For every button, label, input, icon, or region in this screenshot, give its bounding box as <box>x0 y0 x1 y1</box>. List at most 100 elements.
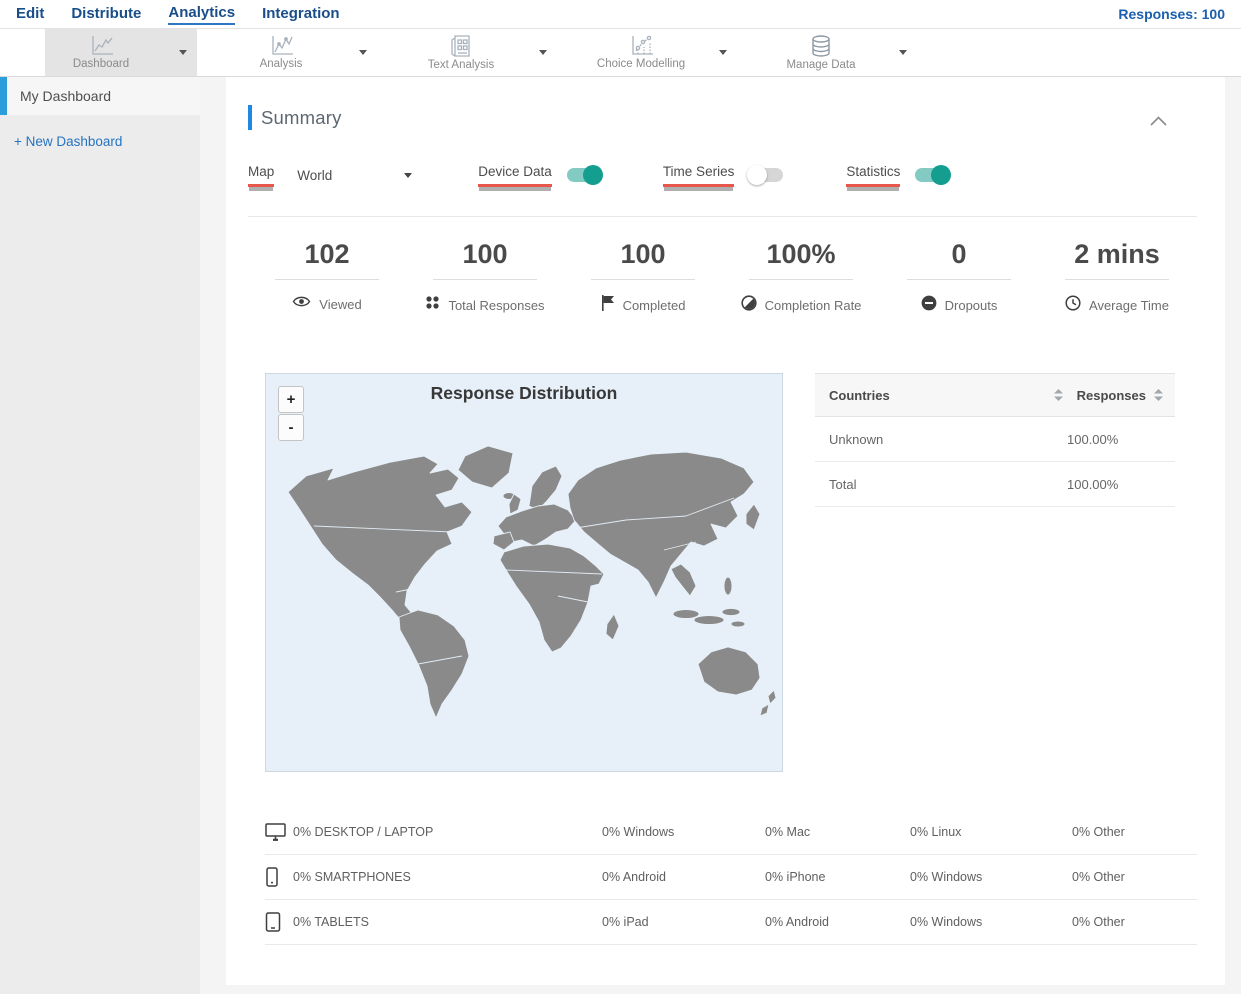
stat-completion-rate: 100% Completion Rate <box>722 238 880 316</box>
map-region-select[interactable]: World <box>297 167 413 183</box>
stat-value: 102 <box>304 239 350 269</box>
chevron-down-icon[interactable] <box>359 50 367 55</box>
stat-value: 0 <box>951 239 967 269</box>
device-stat-cell: 0% Windows <box>910 870 983 885</box>
stat-label: Completion Rate <box>764 298 862 314</box>
desktop-icon <box>265 823 293 842</box>
scatter-chart-icon <box>628 35 654 56</box>
stat-label: Average Time <box>1089 298 1169 314</box>
flag-icon <box>601 295 615 316</box>
summary-header: Summary <box>248 105 1197 130</box>
responses-count: Responses: 100 <box>1118 6 1225 22</box>
chevron-down-icon[interactable] <box>539 50 547 55</box>
statistics-label: Statistics <box>846 164 901 187</box>
new-dashboard-button[interactable]: + New Dashboard <box>14 134 200 149</box>
table-row: 0% DESKTOP / LAPTOP 0% Windows 0% Mac 0%… <box>265 810 1197 856</box>
stat-value: 2 mins <box>1074 239 1160 269</box>
divider <box>248 216 1197 217</box>
clock-icon <box>1065 295 1081 316</box>
sort-icon[interactable] <box>1053 389 1063 402</box>
database-icon <box>809 34 833 57</box>
dashboard-sidebar: My Dashboard + New Dashboard <box>0 77 200 994</box>
sort-icon[interactable] <box>1154 389 1163 402</box>
stats-row: 102 Viewed 100 Total Responses 100 Compl… <box>248 238 1197 316</box>
responses-cell: 100.00% <box>1067 476 1119 492</box>
nav-item-analytics[interactable]: Analytics <box>168 4 236 25</box>
device-stat-cell: 0% Other <box>1072 870 1125 885</box>
device-stat-cell: 0% Windows <box>602 825 675 840</box>
trend-chart-icon <box>268 35 294 56</box>
analytics-toolbar: Dashboard Analysis Text Analysis Choice … <box>0 29 1241 77</box>
stat-viewed: 102 Viewed <box>248 238 406 316</box>
device-data-toggle[interactable] <box>566 165 603 185</box>
responses-header[interactable]: Responses <box>1077 388 1146 403</box>
world-map[interactable] <box>266 400 782 770</box>
stat-dropouts: 0 Dropouts <box>880 238 1038 316</box>
section-accent-bar <box>248 105 252 130</box>
eye-icon <box>292 295 311 313</box>
time-series-label: Time Series <box>662 164 735 187</box>
device-data-label: Device Data <box>478 164 552 187</box>
device-name-cell: 0% TABLETS <box>293 915 369 930</box>
toolbar-label: Manage Data <box>786 58 856 71</box>
response-distribution-map[interactable]: Response Distribution + - <box>265 373 783 773</box>
toolbar-item-choice-modelling[interactable]: Choice Modelling <box>585 29 737 76</box>
device-stat-cell: 0% Windows <box>910 915 983 930</box>
toolbar-item-analysis[interactable]: Analysis <box>225 29 377 76</box>
device-stat-cell: 0% Android <box>765 915 829 930</box>
stat-value: 100 <box>462 239 508 269</box>
stat-label: Total Responses <box>448 297 545 313</box>
toolbar-item-dashboard[interactable]: Dashboard <box>45 29 197 76</box>
countries-table: Countries Responses Unknown 100.00% Tota… <box>815 373 1175 772</box>
countries-header[interactable]: Countries <box>829 388 890 403</box>
toolbar-item-text-analysis[interactable]: Text Analysis <box>405 29 557 76</box>
device-stat-cell: 0% Other <box>1072 915 1125 930</box>
line-chart-icon <box>88 35 114 56</box>
toolbar-item-manage-data[interactable]: Manage Data <box>765 29 917 76</box>
device-data-table: 0% DESKTOP / LAPTOP 0% Windows 0% Mac 0%… <box>265 810 1197 946</box>
statistics-toggle[interactable] <box>915 165 952 185</box>
map-label: Map <box>248 164 275 187</box>
toolbar-label: Text Analysis <box>427 58 495 71</box>
stat-value: 100 <box>620 239 666 269</box>
device-name-cell: 0% SMARTPHONES <box>293 870 411 885</box>
device-stat-cell: 0% Android <box>602 870 666 885</box>
map-section: Response Distribution + - Countries Resp… <box>265 373 1197 773</box>
toolbar-label: Dashboard <box>72 58 130 70</box>
device-stat-cell: 0% iPad <box>602 915 649 930</box>
summary-card: Summary Map World Device Data Time Serie… <box>226 77 1225 985</box>
half-circle-icon <box>740 295 757 316</box>
stat-average-time: 2 mins Average Time <box>1038 238 1196 316</box>
stat-value: 100% <box>766 239 836 269</box>
stat-completed: 100 Completed <box>564 238 722 316</box>
tablet-icon <box>265 912 293 933</box>
chevron-down-icon[interactable] <box>179 50 187 55</box>
map-region-value: World <box>297 167 333 183</box>
chevron-down-icon[interactable] <box>899 50 907 55</box>
device-stat-cell: 0% Linux <box>910 825 962 840</box>
top-nav: Edit Distribute Analytics Integration Re… <box>0 0 1241 29</box>
sidebar-item-my-dashboard[interactable]: My Dashboard <box>0 77 200 115</box>
table-row: Total 100.00% <box>815 462 1175 508</box>
collapse-chevron-icon[interactable] <box>1150 113 1167 131</box>
table-row: 0% SMARTPHONES 0% Android 0% iPhone 0% W… <box>265 855 1197 901</box>
nav-item-distribute[interactable]: Distribute <box>71 5 141 24</box>
stat-label: Dropouts <box>944 298 998 314</box>
smartphone-icon <box>265 867 293 888</box>
chevron-down-icon <box>404 172 413 178</box>
country-cell: Total <box>829 476 857 492</box>
time-series-toggle[interactable] <box>747 165 784 185</box>
chevron-down-icon[interactable] <box>719 50 727 55</box>
sidebar-item-label: My Dashboard <box>20 88 112 104</box>
dots-grid-icon <box>425 295 440 315</box>
toolbar-label: Analysis <box>259 58 303 70</box>
device-stat-cell: 0% Other <box>1072 825 1125 840</box>
table-row: 0% TABLETS 0% iPad 0% Android 0% Windows… <box>265 900 1197 946</box>
stat-label: Viewed <box>319 296 362 312</box>
nav-item-integration[interactable]: Integration <box>262 5 340 24</box>
responses-cell: 100.00% <box>1067 431 1119 447</box>
country-cell: Unknown <box>829 431 884 447</box>
document-grid-icon <box>450 34 472 57</box>
nav-item-edit[interactable]: Edit <box>16 5 44 24</box>
stat-label: Completed <box>622 298 686 314</box>
